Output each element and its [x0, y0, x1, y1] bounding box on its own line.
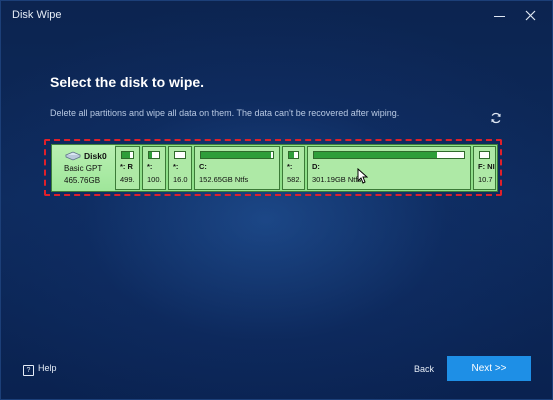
- disk-size: 465.76GB: [64, 176, 101, 185]
- partition-usage-fill: [149, 152, 152, 158]
- hard-disk-icon: [65, 151, 81, 161]
- partition-block[interactable]: *: 582.: [282, 146, 305, 190]
- partition-size: 152.65GB Ntfs: [199, 175, 249, 184]
- partition-label: F: NI: [478, 162, 495, 171]
- partition-usage-bar: [121, 151, 134, 159]
- partition-size: 16.0: [173, 175, 188, 184]
- partition-label: *:: [287, 162, 293, 171]
- partition-usage-bar: [200, 151, 274, 159]
- partition-size: 499.: [120, 175, 135, 184]
- partition-size: 10.7: [478, 175, 493, 184]
- refresh-icon: [491, 112, 501, 124]
- close-button[interactable]: [520, 5, 542, 27]
- partition-label: *:: [173, 162, 179, 171]
- next-button[interactable]: Next >>: [447, 356, 531, 381]
- partition-label: D:: [312, 162, 320, 171]
- partition-c[interactable]: C: 152.65GB Ntfs: [194, 146, 280, 190]
- partition-usage-fill: [314, 152, 437, 158]
- partition-label: C:: [199, 162, 207, 171]
- refresh-button[interactable]: [489, 111, 503, 125]
- disk-type: Basic GPT: [64, 164, 103, 173]
- help-label: Help: [38, 363, 57, 373]
- disk-info[interactable]: Disk0 Basic GPT 465.76GB: [52, 145, 115, 191]
- partition-size: 582.: [287, 175, 302, 184]
- help-icon: ?: [23, 365, 34, 376]
- window-title: Disk Wipe: [12, 9, 62, 21]
- mouse-cursor-icon: [357, 168, 368, 184]
- partition-block[interactable]: *: R 499.: [115, 146, 140, 190]
- page-title: Select the disk to wipe.: [50, 74, 205, 90]
- disk-selection-frame: Disk0 Basic GPT 465.76GB *: R 499. *: 10…: [44, 139, 502, 196]
- partition-usage-bar: [174, 151, 186, 159]
- minimize-icon: [494, 16, 505, 17]
- partition-usage-bar: [479, 151, 490, 159]
- back-button[interactable]: Back: [414, 364, 434, 374]
- partition-block[interactable]: *: 100.: [142, 146, 166, 190]
- disk-row[interactable]: Disk0 Basic GPT 465.76GB *: R 499. *: 10…: [51, 144, 498, 192]
- partition-usage-fill: [201, 152, 271, 158]
- partition-label: *:: [147, 162, 153, 171]
- page-description: Delete all partitions and wipe all data …: [50, 108, 400, 118]
- partition-size: 301.19GB Ntfs: [312, 175, 362, 184]
- partition-usage-bar: [313, 151, 465, 159]
- help-link[interactable]: ? Help: [23, 363, 57, 376]
- partition-usage-fill: [122, 152, 131, 158]
- minimize-button[interactable]: [489, 5, 511, 27]
- partition-label: *: R: [120, 162, 133, 171]
- disk-name: Disk0: [84, 151, 107, 161]
- disk-wipe-window: Disk Wipe Select the disk to wipe. Delet…: [0, 0, 553, 400]
- partition-f[interactable]: F: NI 10.7: [473, 146, 496, 190]
- title-bar: Disk Wipe: [1, 1, 552, 31]
- partition-usage-fill: [289, 152, 295, 158]
- partition-size: 100.: [147, 175, 162, 184]
- partition-usage-bar: [288, 151, 299, 159]
- partition-usage-bar: [148, 151, 160, 159]
- close-icon: [525, 10, 536, 21]
- partition-d[interactable]: D: 301.19GB Ntfs: [307, 146, 471, 190]
- partition-block[interactable]: *: 16.0: [168, 146, 192, 190]
